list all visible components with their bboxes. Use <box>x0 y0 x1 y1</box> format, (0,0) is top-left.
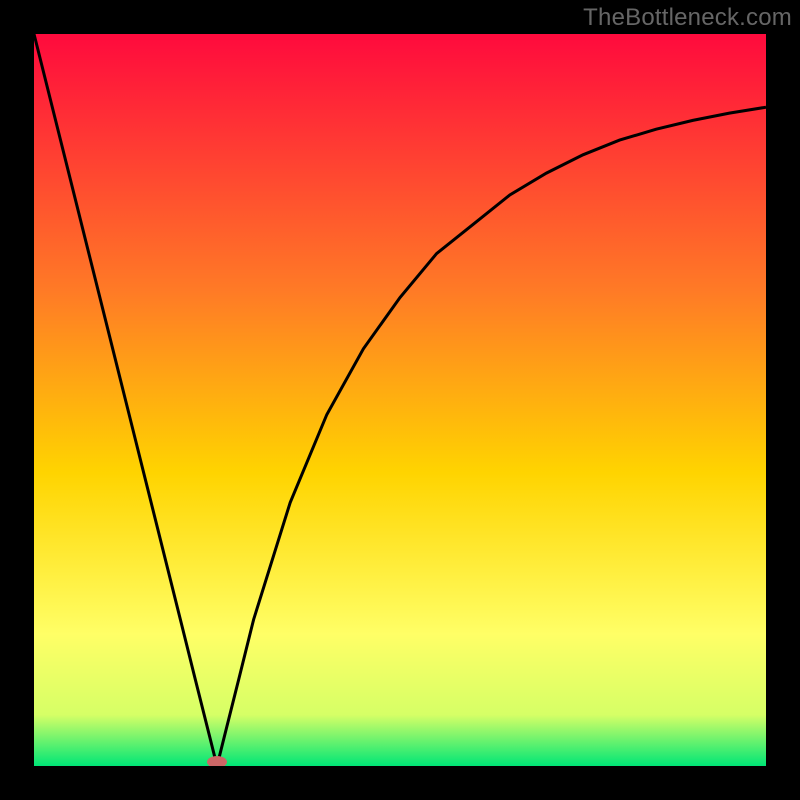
gradient-backdrop <box>34 34 766 766</box>
watermark-text: TheBottleneck.com <box>583 4 792 32</box>
plot-area <box>34 34 766 766</box>
chart-svg <box>34 34 766 766</box>
chart-container: TheBottleneck.com <box>0 0 800 800</box>
